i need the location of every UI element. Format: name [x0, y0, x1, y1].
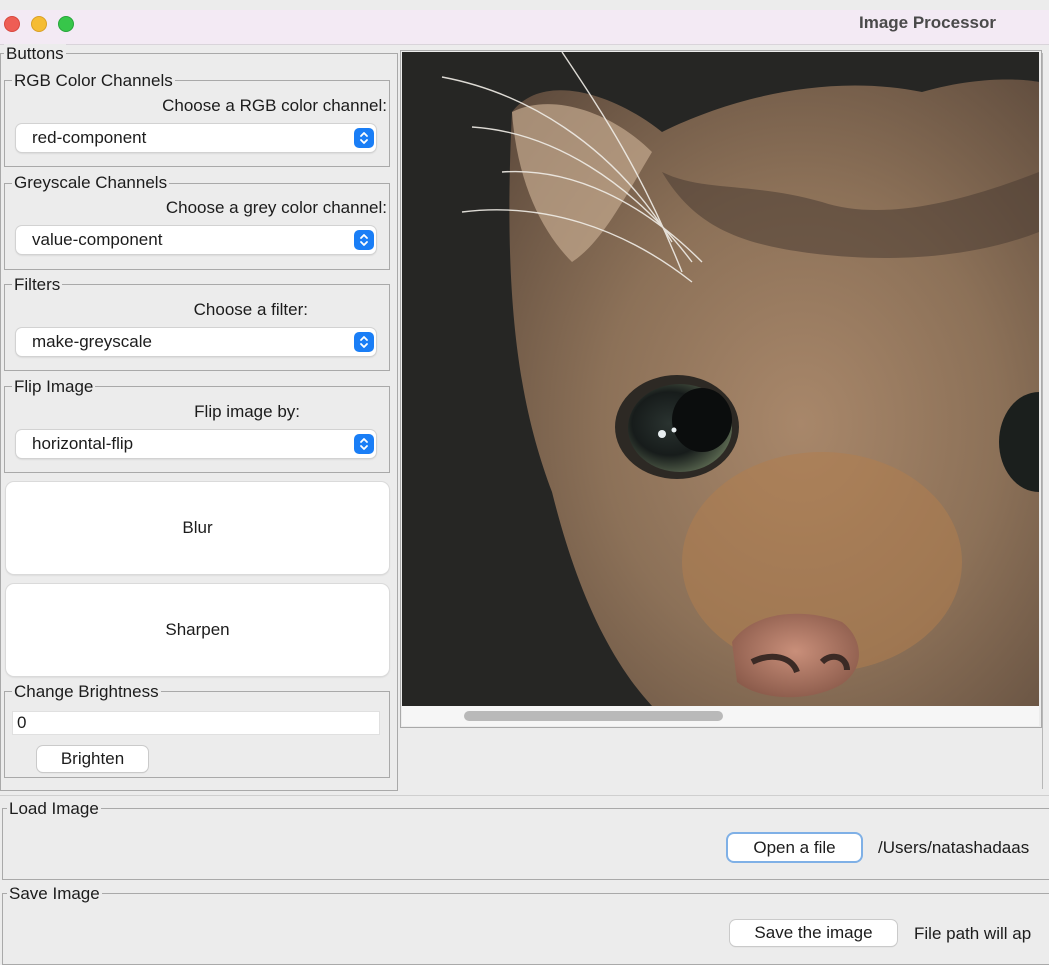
brightness-input[interactable]: [12, 711, 380, 735]
flip-prompt: Flip image by:: [194, 402, 300, 421]
buttons-panel-legend: Buttons: [4, 44, 66, 64]
filter-select[interactable]: make-greyscale: [16, 328, 376, 356]
chevron-up-down-icon: [354, 128, 374, 148]
flip-image-legend: Flip Image: [12, 377, 96, 397]
save-path-label: File path will ap: [914, 924, 1032, 943]
filter-value: make-greyscale: [32, 332, 152, 351]
save-image-legend: Save Image: [7, 884, 102, 904]
flip-select[interactable]: horizontal-flip: [16, 430, 376, 458]
chevron-up-down-icon: [354, 434, 374, 454]
brighten-button[interactable]: Brighten: [37, 746, 148, 772]
right-panel-edge: [1042, 53, 1043, 789]
save-image-button[interactable]: Save the image: [730, 920, 897, 946]
rgb-channels-legend: RGB Color Channels: [12, 71, 175, 91]
grey-channel-prompt: Choose a grey color channel:: [165, 198, 387, 217]
zoom-window-button[interactable]: [58, 16, 74, 32]
grey-channel-value: value-component: [32, 230, 163, 249]
chevron-up-down-icon: [354, 332, 374, 352]
section-separator: [0, 795, 1049, 796]
close-window-button[interactable]: [4, 16, 20, 32]
filter-prompt: Choose a filter:: [193, 300, 308, 319]
blur-button[interactable]: Blur: [6, 482, 389, 574]
chevron-up-down-icon: [354, 230, 374, 250]
minimize-window-button[interactable]: [31, 16, 47, 32]
window-title: Image Processor: [858, 13, 996, 32]
open-file-button[interactable]: Open a file: [728, 834, 861, 861]
image-display: [402, 52, 1039, 706]
brightness-legend: Change Brightness: [12, 682, 161, 702]
flip-value: horizontal-flip: [32, 434, 134, 453]
image-scrollbar-thumb[interactable]: [464, 711, 723, 721]
grey-channel-select[interactable]: value-component: [16, 226, 376, 254]
greyscale-channels-legend: Greyscale Channels: [12, 173, 170, 193]
load-image-legend: Load Image: [7, 799, 101, 819]
rgb-channel-prompt: Choose a RGB color channel:: [162, 96, 387, 115]
rgb-channel-value: red-component: [32, 128, 147, 147]
load-path-label: /Users/natashadaas: [878, 838, 1030, 857]
rgb-channel-select[interactable]: red-component: [16, 124, 376, 152]
filters-legend: Filters: [12, 275, 63, 295]
cat-image: [402, 52, 1039, 706]
sharpen-button[interactable]: Sharpen: [6, 584, 389, 676]
